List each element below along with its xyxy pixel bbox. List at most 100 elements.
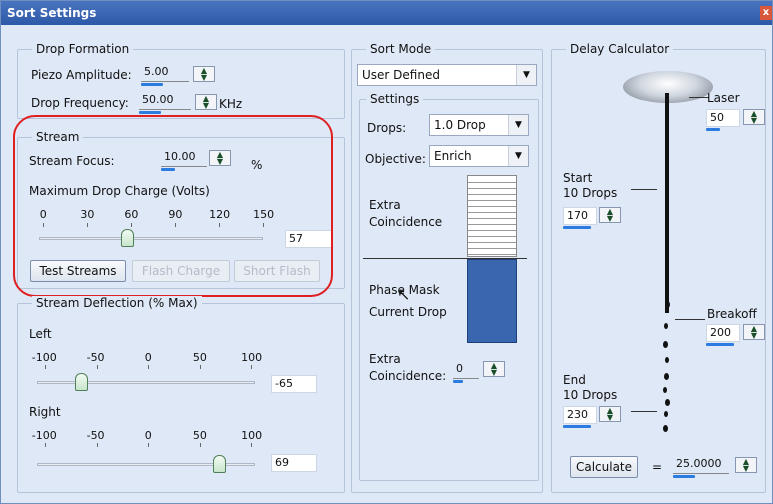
drops-value: 1.0 Drop — [434, 118, 486, 132]
stack-line — [468, 194, 516, 195]
stack-line — [468, 206, 516, 207]
left-label: Left — [29, 327, 52, 341]
droplet — [663, 387, 667, 393]
piezo-amplitude-label: Piezo Amplitude: — [31, 68, 132, 82]
left-slider-thumb[interactable] — [75, 373, 89, 391]
end-drops-label: End 10 Drops — [563, 373, 618, 402]
stack-line — [468, 254, 516, 255]
breakoff-spinner[interactable]: ▲ ▼ — [743, 324, 765, 340]
droplet — [665, 357, 669, 363]
drop-frequency-input[interactable]: 50.00 — [139, 92, 191, 110]
stack-line — [468, 224, 516, 225]
stack-line — [468, 236, 516, 237]
extra-coincidence-input[interactable]: 0 — [453, 361, 479, 379]
piezo-amplitude-input[interactable]: 5.00 — [141, 64, 189, 82]
tick-mark — [199, 443, 201, 447]
sort-mode-legend: Sort Mode — [366, 42, 436, 56]
start-drops-label: Start 10 Drops — [563, 171, 618, 200]
tick-mark — [251, 365, 252, 369]
title-bar: Sort Settings x — [1, 1, 772, 25]
left-slider-track[interactable] — [37, 381, 255, 384]
tick-label: -100 — [31, 429, 57, 442]
stack-line — [468, 200, 516, 201]
end-indicator — [563, 425, 591, 428]
tick-label: 100 — [241, 429, 263, 442]
tick-mark — [148, 443, 149, 447]
stack-line — [468, 218, 516, 219]
stack-line — [468, 242, 516, 243]
stack-line — [468, 248, 516, 249]
piezo-amplitude-spinner[interactable]: ▲ ▼ — [193, 66, 215, 82]
tick-label: 0 — [144, 351, 152, 364]
droplet — [663, 341, 668, 348]
equals-sign: = — [652, 460, 663, 474]
right-slider-thumb[interactable] — [213, 455, 227, 473]
settings-legend: Settings — [366, 92, 424, 106]
tick-label: 50 — [192, 351, 207, 364]
tick-mark — [148, 365, 149, 369]
drops-label: Drops: — [367, 121, 407, 135]
stack-line — [468, 188, 516, 189]
delay-result-spinner[interactable]: ▲ ▼ — [735, 457, 757, 473]
droplet — [663, 425, 668, 432]
tick-label: 100 — [241, 351, 263, 364]
start-spinner[interactable]: ▲ ▼ — [599, 207, 621, 223]
start-input[interactable]: 170 — [563, 207, 597, 225]
delay-result-input[interactable]: 25.0000 — [673, 456, 729, 474]
droplet — [665, 399, 670, 406]
laser-spinner[interactable]: ▲ ▼ — [743, 109, 765, 125]
tick-label: -50 — [86, 351, 105, 364]
tick-mark — [45, 365, 46, 369]
right-label: Right — [29, 405, 61, 419]
start-indicator — [563, 226, 591, 229]
chevron-down-icon[interactable]: ▼ — [508, 146, 528, 166]
end-spinner[interactable]: ▲ ▼ — [599, 406, 621, 422]
chevron-down-icon[interactable]: ▼ — [516, 65, 536, 85]
breakoff-pointer-line — [675, 319, 705, 320]
laser-input[interactable]: 50 — [706, 109, 740, 127]
mouse-cursor-icon: ↖ — [397, 285, 411, 304]
objective-value: Enrich — [434, 149, 472, 163]
stack-line — [468, 212, 516, 213]
tick-label: -100 — [31, 351, 57, 364]
tick-mark — [45, 443, 46, 447]
extra-coincidence-label: Extra Coincidence — [369, 198, 443, 229]
calculate-button[interactable]: Calculate — [570, 456, 638, 478]
extra-coincidence-2-label: Extra Coincidence: — [369, 352, 447, 383]
tick-label: -50 — [86, 429, 105, 442]
tick-mark — [96, 365, 98, 369]
delay-result-indicator — [673, 475, 695, 478]
laser-pointer-line — [689, 97, 709, 98]
objective-select[interactable]: Enrich ▼ — [429, 145, 529, 167]
extra-coincidence-indicator — [453, 380, 463, 383]
breakoff-label: Breakoff — [707, 307, 757, 321]
current-drop-block — [467, 259, 517, 343]
droplet — [664, 411, 668, 417]
sort-mode-value: User Defined — [362, 68, 440, 82]
laser-indicator — [706, 128, 720, 131]
sort-mode-select[interactable]: User Defined ▼ — [357, 64, 537, 86]
end-pointer-line — [631, 411, 657, 412]
delay-calculator-legend: Delay Calculator — [566, 42, 674, 56]
drop-formation-legend: Drop Formation — [32, 42, 134, 56]
end-input[interactable]: 230 — [563, 406, 597, 424]
droplet — [665, 301, 670, 308]
drops-select[interactable]: 1.0 Drop ▼ — [429, 114, 529, 136]
extra-coincidence-stack — [467, 175, 517, 257]
stack-line — [468, 230, 516, 231]
breakoff-input[interactable]: 200 — [706, 324, 740, 342]
extra-coincidence-spinner[interactable]: ▲ ▼ — [483, 361, 505, 377]
drop-frequency-label: Drop Frequency: — [31, 96, 129, 110]
chevron-down-icon[interactable]: ▼ — [508, 115, 528, 135]
left-value-field[interactable]: -65 — [271, 375, 317, 393]
drop-frequency-spinner[interactable]: ▲ ▼ — [195, 94, 217, 110]
right-value-field[interactable]: 69 — [271, 454, 317, 472]
stack-line — [468, 182, 516, 183]
objective-label: Objective: — [365, 152, 426, 166]
droplet — [664, 323, 668, 329]
tick-mark — [96, 443, 98, 447]
close-icon[interactable]: x — [760, 6, 772, 20]
sort-settings-window: Sort Settings x Drop Formation Piezo Amp… — [0, 0, 773, 504]
start-pointer-line — [631, 189, 657, 190]
current-drop-label: Current Drop — [369, 305, 447, 319]
